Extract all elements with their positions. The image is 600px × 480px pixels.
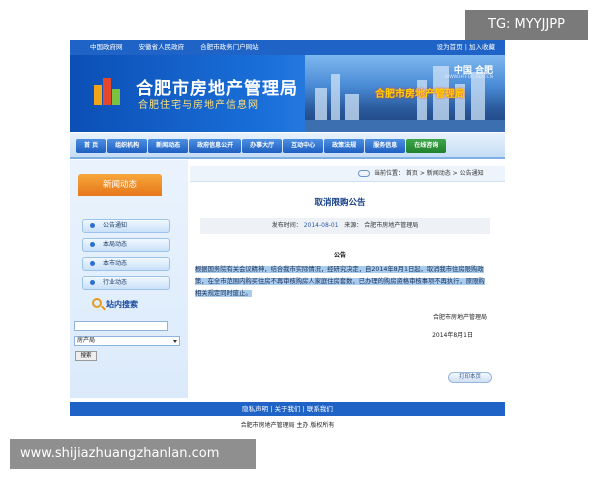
article-meta: 发布时间： 2014-08-01 来源： 合肥市房地产管理局 [200,218,490,234]
link-hefei-portal[interactable]: 合肥市政务门户网站 [200,43,259,51]
sidebar-header: 新闻动态 [78,174,162,196]
article-date: 2014年8月1日 [432,332,473,339]
meta-source: 合肥市房地产管理局 [364,222,419,229]
link-anhui-gov[interactable]: 安徽省人民政府 [139,43,185,51]
top-links-bar: 中国政府网 安徽省人民政府 合肥市政务门户网站 设为首页 | 加入收藏 [70,40,505,55]
site-url: WWW.HFFDC.GOV.CN [444,75,493,80]
print-button[interactable]: 打印本页 [448,372,492,383]
top-links-left: 中国政府网 安徽省人民政府 合肥市政务门户网站 [90,40,273,55]
tg-watermark: TG: MYYJJPP [465,10,588,40]
search-input[interactable] [74,321,168,331]
sidebar-item-label: 行业动态 [103,279,128,286]
site-search-title: 站内搜索 [106,300,138,309]
nav-policy[interactable]: 政策法规 [324,139,365,153]
nav-interaction[interactable]: 互动中心 [283,139,324,153]
nav-service-info[interactable]: 服务信息 [365,139,406,153]
sidebar-item-city-news[interactable]: 本市动态 [82,257,170,271]
bullet-icon [90,242,95,247]
meta-time: 2014-08-01 [303,222,339,229]
link-gov-portal[interactable]: 中国政府网 [90,43,123,51]
meta-source-label: 来源： [344,222,363,229]
article-signature: 合肥市房地产管理局 [432,314,487,321]
nav-news[interactable]: 新闻动态 [148,139,189,153]
city-skyline-image: 合肥市房地产管理局 中国 合肥 WWW.HFFDC.GOV.CN [305,55,505,132]
site-subtitle: 合肥住宅与房地产信息网 [138,100,259,111]
neon-sign-text: 合肥市房地产管理局 [375,89,465,100]
search-scope-select[interactable]: 房产局 [74,336,180,346]
breadcrumb-bar: 当前位置： 首页 > 新闻动态 > 公告通知 [190,166,505,182]
nav-home[interactable]: 首 页 [76,139,107,153]
page: 中国政府网 安徽省人民政府 合肥市政务门户网站 设为首页 | 加入收藏 合肥市房… [0,0,600,480]
article-body-text: 根据国务院有关会议精神，结合我市实际情况，经研究决定，自2014年8月1日起，取… [195,266,485,297]
search-button[interactable]: 搜索 [75,351,97,361]
main-content: 当前位置： 首页 > 新闻动态 > 公告通知 取消限购公告 发布时间： 2014… [190,160,505,398]
search-scope-value: 房产局 [77,337,96,344]
sidebar-item-bureau-news[interactable]: 本局动态 [82,238,170,252]
homepage-favorites-links[interactable]: 设为首页 | 加入收藏 [437,40,495,55]
article-body: 根据国务院有关会议精神，结合我市实际情况，经研究决定，自2014年8月1日起，取… [195,264,490,300]
sidebar-item-industry-news[interactable]: 行业动态 [82,276,170,290]
bullet-icon [90,280,95,285]
nav-online-consult[interactable]: 在线咨询 [406,139,447,153]
bar-chart-logo-icon [94,75,120,105]
breadcrumb[interactable]: 当前位置： 首页 > 新闻动态 > 公告通知 [374,166,484,182]
dropdown-arrow-icon [173,340,177,343]
meta-time-label: 发布时间： [271,222,302,229]
bullet-icon [90,261,95,266]
nav-gov-info[interactable]: 政府信息公开 [189,139,242,153]
bullet-icon [90,223,95,228]
main-nav: 首 页 组织机构 新闻动态 政府信息公开 办事大厅 互动中心 政策法规 服务信息… [70,133,505,159]
nav-organization[interactable]: 组织机构 [107,139,148,153]
location-icon [358,170,370,177]
article-title: 取消限购公告 [314,198,366,208]
magnifier-icon [92,298,102,308]
sidebar-item-label: 本市动态 [103,260,128,267]
sidebar-item-label: 公告通知 [103,222,128,229]
sidebar: 新闻动态 公告通知 本局动态 本市动态 行业动态 站内搜索 房产局 搜索 [70,160,188,398]
footer-links[interactable]: 隐私声明 | 关于我们 | 联系我们 [70,402,505,416]
notice-heading: 公告 [333,252,346,259]
nav-service-hall[interactable]: 办事大厅 [242,139,283,153]
site-banner: 合肥市房地产管理局 合肥住宅与房地产信息网 合肥市房地产管理局 中国 合肥 WW… [70,55,505,132]
footer-info: 合肥市房地产管理局 主办 版权所有 [240,422,335,429]
sidebar-item-announcements[interactable]: 公告通知 [82,219,170,233]
sidebar-item-label: 本局动态 [103,241,128,248]
site-watermark: www.shijiazhuangzhanlan.com [10,439,256,469]
